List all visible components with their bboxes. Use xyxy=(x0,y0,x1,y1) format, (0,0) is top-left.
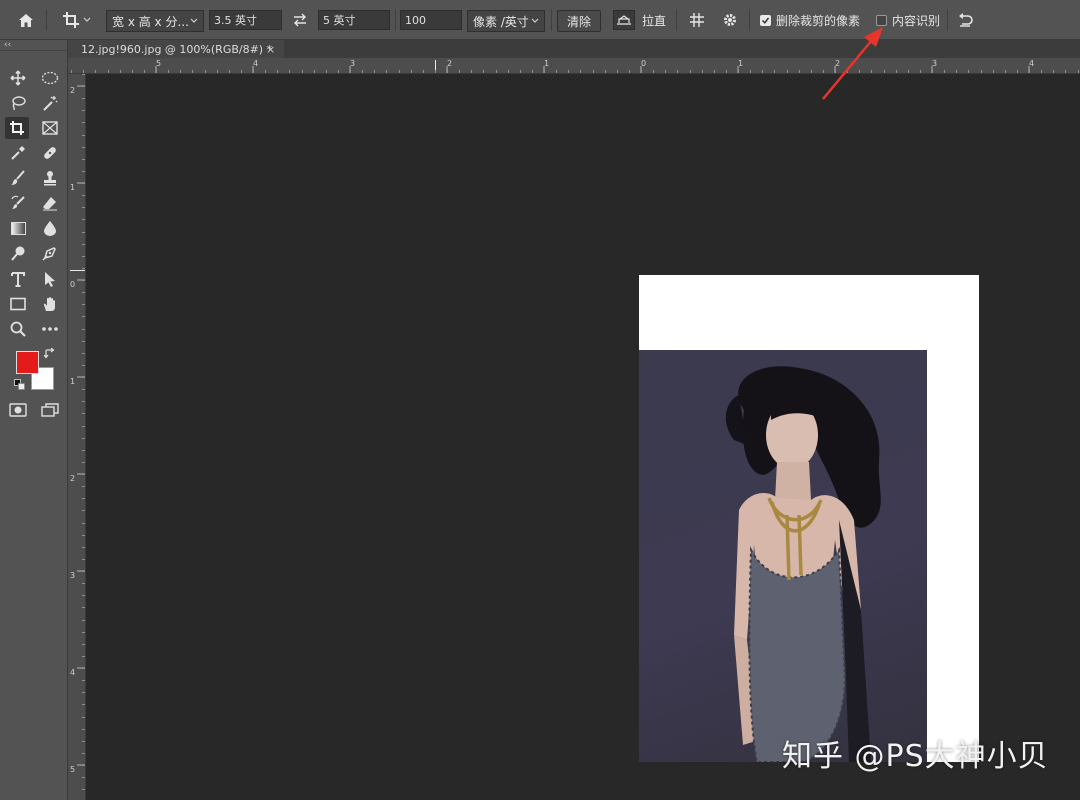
content-aware-checkbox[interactable]: 内容识别 xyxy=(876,0,940,40)
ruler-label: 4 xyxy=(1029,59,1035,68)
ruler-label: 2 xyxy=(447,59,453,68)
close-tab-icon[interactable]: × xyxy=(266,40,275,58)
crop-tool-icon[interactable] xyxy=(5,117,29,139)
frame-tool-icon[interactable] xyxy=(38,117,62,139)
swap-colors-icon[interactable] xyxy=(42,346,56,360)
hand-tool-icon[interactable] xyxy=(38,293,62,315)
brush-tool-icon[interactable] xyxy=(6,167,30,189)
more-tools-icon[interactable] xyxy=(38,318,62,340)
separator xyxy=(676,9,677,31)
elliptical-marquee-icon[interactable] xyxy=(38,67,62,89)
rectangle-tool-icon[interactable] xyxy=(6,293,30,315)
type-tool-icon[interactable] xyxy=(6,268,30,290)
ruler-label: 1 xyxy=(70,183,76,192)
reset-icon[interactable] xyxy=(954,0,976,40)
ruler-label: 4 xyxy=(253,59,259,68)
delete-cropped-pixels-checkbox[interactable]: 删除裁剪的像素 xyxy=(760,0,860,40)
swap-dimensions-icon[interactable] xyxy=(288,0,312,40)
blur-tool-icon[interactable] xyxy=(38,217,62,239)
quick-mask-icon[interactable] xyxy=(6,399,30,421)
ruler-label: 5 xyxy=(70,765,76,774)
panel-collapse-icon[interactable]: ‹‹ xyxy=(4,40,11,50)
crop-width-field[interactable]: 3.5 英寸 xyxy=(209,10,282,30)
separator xyxy=(551,9,552,31)
ruler-label: 2 xyxy=(70,474,76,483)
default-colors-icon[interactable] xyxy=(12,377,26,391)
separator xyxy=(395,9,396,31)
home-icon[interactable] xyxy=(14,0,38,40)
ruler-label: 3 xyxy=(932,59,938,68)
ruler-label: 0 xyxy=(70,280,76,289)
ruler-label: 0 xyxy=(641,59,647,68)
document-canvas[interactable]: 知乎 @PS大神小贝 xyxy=(86,74,1080,800)
overlay-grid-icon[interactable] xyxy=(686,0,708,40)
separator xyxy=(46,9,47,31)
ruler-label: 5 xyxy=(156,59,162,68)
crop-height-field[interactable]: 5 英寸 xyxy=(318,10,390,30)
portrait-photo xyxy=(639,350,927,762)
history-brush-icon[interactable] xyxy=(6,192,30,214)
healing-brush-icon[interactable] xyxy=(38,142,62,164)
ruler-label: 3 xyxy=(70,571,76,580)
ruler-label: 4 xyxy=(70,668,76,677)
checkbox-checked-icon xyxy=(760,14,771,26)
eraser-icon[interactable] xyxy=(38,192,62,214)
chevron-down-icon xyxy=(531,18,539,23)
delete-cropped-pixels-label: 删除裁剪的像素 xyxy=(776,13,861,28)
ruler-label: 3 xyxy=(350,59,356,68)
clear-button[interactable]: 清除 xyxy=(557,10,601,32)
straighten-icon[interactable] xyxy=(612,0,636,40)
divider xyxy=(0,50,67,51)
resolution-unit-value: 像素 /英寸 xyxy=(473,14,529,29)
screen-mode-icon[interactable] xyxy=(38,399,62,421)
eyedropper-icon[interactable] xyxy=(6,142,30,164)
move-tool-icon[interactable] xyxy=(6,67,30,89)
chevron-down-icon xyxy=(190,18,198,23)
chevron-down-icon xyxy=(83,17,90,22)
path-selection-icon[interactable] xyxy=(38,268,62,290)
resolution-unit-dropdown[interactable]: 像素 /英寸 xyxy=(467,10,545,32)
resolution-field[interactable]: 100 xyxy=(400,10,462,30)
straighten-label[interactable]: 拉直 xyxy=(640,0,668,40)
vertical-ruler: 2 1 0 1 2 3 4 5 xyxy=(68,74,86,800)
ruler-label: 1 xyxy=(738,59,744,68)
document-tab-bar: 12.jpg!960.jpg @ 100%(RGB/8#) * × xyxy=(68,40,1080,58)
ruler-label: 2 xyxy=(70,86,76,95)
document-tab-title: 12.jpg!960.jpg @ 100%(RGB/8#) * xyxy=(81,42,273,56)
magic-wand-icon[interactable] xyxy=(38,92,62,114)
crop-icon xyxy=(62,12,79,28)
document-tab[interactable]: 12.jpg!960.jpg @ 100%(RGB/8#) * xyxy=(68,40,284,58)
crop-tool-preset-picker[interactable] xyxy=(56,0,96,40)
ruler-label: 1 xyxy=(544,59,550,68)
ruler-label: 1 xyxy=(70,377,76,386)
zoom-tool-icon[interactable] xyxy=(6,318,30,340)
ratio-preset-value: 宽 x 高 x 分... xyxy=(112,14,189,29)
ratio-preset-dropdown[interactable]: 宽 x 高 x 分... xyxy=(106,10,204,32)
content-aware-label: 内容识别 xyxy=(892,13,941,28)
gear-icon[interactable] xyxy=(719,0,741,40)
separator xyxy=(749,9,750,31)
horizontal-ruler: 5 4 3 2 1 0 1 2 3 4 xyxy=(68,58,1080,74)
options-bar: 宽 x 高 x 分... 3.5 英寸 5 英寸 100 像素 /英寸 清除 拉… xyxy=(0,0,1080,40)
gradient-tool-icon[interactable] xyxy=(6,217,30,239)
checkbox-unchecked-icon xyxy=(876,14,887,26)
watermark-text: 知乎 @PS大神小贝 xyxy=(782,739,1049,774)
dodge-tool-icon[interactable] xyxy=(6,242,30,264)
clone-stamp-icon[interactable] xyxy=(38,167,62,189)
foreground-color-swatch[interactable] xyxy=(16,351,39,374)
lasso-tool-icon[interactable] xyxy=(6,92,30,114)
toolbox: ‹‹ xyxy=(0,40,68,800)
ruler-label: 2 xyxy=(835,59,841,68)
separator xyxy=(947,9,948,31)
pen-tool-icon[interactable] xyxy=(38,242,62,264)
